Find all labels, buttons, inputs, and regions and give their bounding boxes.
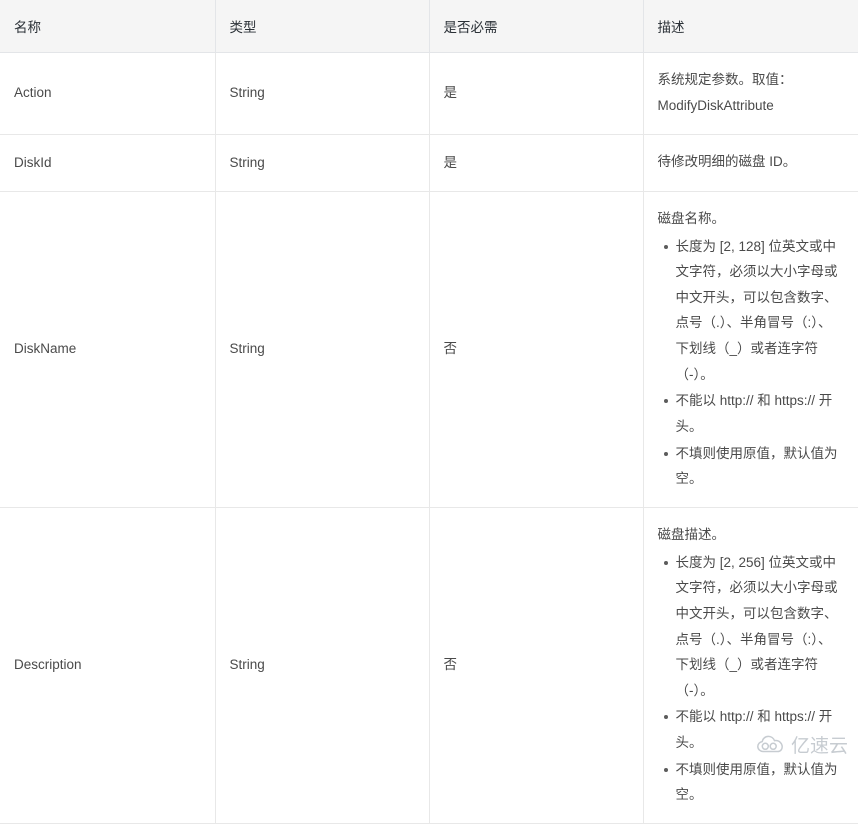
list-item: 不能以 http:// 和 https:// 开头。 xyxy=(676,704,843,755)
cell-param-name: DiskName xyxy=(0,191,215,507)
cell-param-type: String xyxy=(215,191,429,507)
list-item: 长度为 [2, 256] 位英文或中文字符，必须以大小字母或中文开头，可以包含数… xyxy=(676,550,843,704)
description-lead: 磁盘描述。 xyxy=(658,522,843,548)
cell-param-description: 系统规定参数。取值：ModifyDiskAttribute xyxy=(643,53,858,135)
cell-param-name: Action xyxy=(0,53,215,135)
list-item: 不填则使用原值，默认值为空。 xyxy=(676,757,843,808)
list-item: 长度为 [2, 128] 位英文或中文字符，必须以大小字母或中文开头，可以包含数… xyxy=(676,234,843,388)
table-header-row: 名称 类型 是否必需 描述 xyxy=(0,0,858,53)
cell-param-name: DiskId xyxy=(0,135,215,192)
list-item: 不能以 http:// 和 https:// 开头。 xyxy=(676,388,843,439)
cell-param-required: 是 xyxy=(429,53,643,135)
description-lead: 待修改明细的磁盘 ID。 xyxy=(658,149,843,175)
cell-param-type: String xyxy=(215,507,429,823)
description-lead: 系统规定参数。取值：ModifyDiskAttribute xyxy=(658,67,843,118)
description-bullet-list: 长度为 [2, 128] 位英文或中文字符，必须以大小字母或中文开头，可以包含数… xyxy=(658,234,843,492)
cell-param-description: 磁盘描述。 长度为 [2, 256] 位英文或中文字符，必须以大小字母或中文开头… xyxy=(643,507,858,823)
cell-param-type: String xyxy=(215,53,429,135)
table-body: Action String 是 系统规定参数。取值：ModifyDiskAttr… xyxy=(0,53,858,824)
table-header: 名称 类型 是否必需 描述 xyxy=(0,0,858,53)
description-lead: 磁盘名称。 xyxy=(658,206,843,232)
column-header-type: 类型 xyxy=(215,0,429,53)
api-parameters-table: 名称 类型 是否必需 描述 Action String 是 系统规定参数。取值：… xyxy=(0,0,858,824)
cell-param-required: 是 xyxy=(429,135,643,192)
table-row: Action String 是 系统规定参数。取值：ModifyDiskAttr… xyxy=(0,53,858,135)
list-item: 不填则使用原值，默认值为空。 xyxy=(676,441,843,492)
table-row: DiskName String 否 磁盘名称。 长度为 [2, 128] 位英文… xyxy=(0,191,858,507)
cell-param-type: String xyxy=(215,135,429,192)
table-row: DiskId String 是 待修改明细的磁盘 ID。 xyxy=(0,135,858,192)
description-bullet-list: 长度为 [2, 256] 位英文或中文字符，必须以大小字母或中文开头，可以包含数… xyxy=(658,550,843,808)
column-header-description: 描述 xyxy=(643,0,858,53)
column-header-required: 是否必需 xyxy=(429,0,643,53)
cell-param-description: 磁盘名称。 长度为 [2, 128] 位英文或中文字符，必须以大小字母或中文开头… xyxy=(643,191,858,507)
cell-param-required: 否 xyxy=(429,191,643,507)
cell-param-required: 否 xyxy=(429,507,643,823)
cell-param-description: 待修改明细的磁盘 ID。 xyxy=(643,135,858,192)
cell-param-name: Description xyxy=(0,507,215,823)
column-header-name: 名称 xyxy=(0,0,215,53)
table-row: Description String 否 磁盘描述。 长度为 [2, 256] … xyxy=(0,507,858,823)
